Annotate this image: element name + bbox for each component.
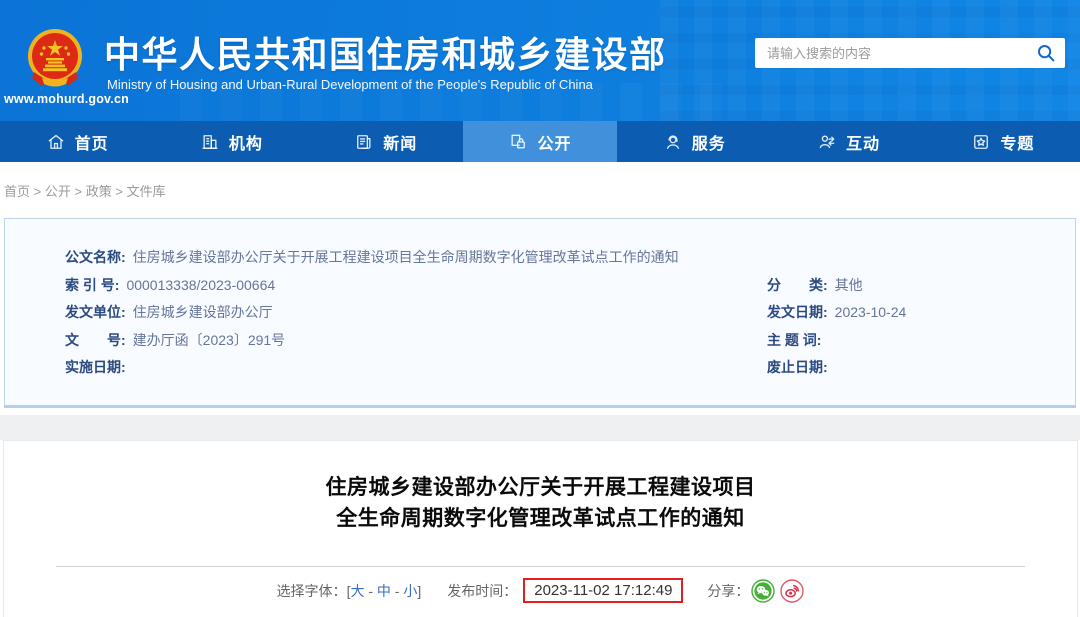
site-header: www.mohurd.gov.cn 中华人民共和国住房和城乡建设部 Minist… <box>0 0 1080 121</box>
article-title-line1: 住房城乡建设部办公厅关于开展工程建设项目 <box>325 476 756 499</box>
nav-label: 首页 <box>74 135 109 153</box>
wechat-icon[interactable] <box>751 578 776 603</box>
nav-label: 新闻 <box>383 135 418 153</box>
nav-label: 机构 <box>228 135 263 153</box>
breadcrumb-separator: > <box>70 184 86 199</box>
bracket: ] <box>417 582 422 599</box>
font-size-selector: [大 - 中 - 小] <box>347 581 422 601</box>
nav-label: 互动 <box>846 135 881 153</box>
article-title-line2: 全生命周期数字化管理改革试点工作的通知 <box>336 507 745 530</box>
interaction-icon <box>819 135 835 148</box>
organization-icon <box>202 134 218 149</box>
search-input[interactable] <box>755 38 1027 68</box>
breadcrumb-separator: > <box>30 184 45 199</box>
meta-row: 实施日期: 废止日期: <box>65 354 1075 382</box>
mohurd-webpage: www.mohurd.gov.cn 中华人民共和国住房和城乡建设部 Minist… <box>0 0 1080 617</box>
meta-label-index-number: 索 引 号: <box>65 276 120 293</box>
breadcrumb: 首页 > 公开 > 政策 > 文件库 <box>0 162 1080 215</box>
nav-item-topics[interactable]: 专题 <box>926 121 1080 162</box>
publish-time-value: 2023-11-02 17:12:49 <box>534 582 673 599</box>
article-box: 住房城乡建设部办公厅关于开展工程建设项目 全生命周期数字化管理改革试点工作的通知… <box>3 440 1078 617</box>
nav-label: 服务 <box>691 135 726 153</box>
nav-item-disclosure[interactable]: 公开 <box>462 121 618 162</box>
national-emblem-logo <box>26 28 84 88</box>
meta-label-issuing-unit: 发文单位: <box>65 304 126 321</box>
meta-label-abolition-date: 废止日期: <box>767 359 828 376</box>
meta-label-implementation-date: 实施日期: <box>65 359 126 376</box>
breadcrumb-document-library: 文件库 <box>126 184 166 199</box>
article-title: 住房城乡建设部办公厅关于开展工程建设项目 全生命周期数字化管理改革试点工作的通知 <box>4 472 1077 534</box>
share-label: 分享： <box>707 582 750 599</box>
font-size-large[interactable]: 大 <box>350 583 364 599</box>
publish-time-highlight: 2023-11-02 17:12:49 <box>523 578 684 603</box>
meta-label-category: 分 类: <box>767 276 828 293</box>
meta-value-document-name: 住房城乡建设部办公厅关于开展工程建设项目全生命周期数字化管理改革试点工作的通知 <box>132 249 679 265</box>
publish-time-label: 发布时间： <box>447 582 518 599</box>
meta-value-issuing-unit: 住房城乡建设部办公厅 <box>132 304 273 321</box>
nav-label: 公开 <box>537 135 572 153</box>
meta-label-issue-date: 发文日期: <box>767 304 828 321</box>
section-gap <box>0 415 1080 440</box>
site-subtitle-english: Ministry of Housing and Urban-Rural Deve… <box>107 77 593 92</box>
nav-item-services[interactable]: 服务 <box>617 121 771 162</box>
breadcrumb-policy[interactable]: 政策 <box>86 184 112 199</box>
meta-label-document-name: 公文名称: <box>65 249 126 265</box>
news-icon <box>357 134 371 149</box>
nav-item-interaction[interactable]: 互动 <box>771 121 925 162</box>
search-icon[interactable] <box>1027 38 1065 68</box>
main-navigation: 首页 机构 新闻 公开 服务 互动 专题 <box>0 121 1080 162</box>
home-icon <box>48 134 64 149</box>
breadcrumb-home[interactable]: 首页 <box>4 184 30 199</box>
weibo-icon[interactable] <box>780 578 805 603</box>
document-meta-box: 公文名称: 住房城乡建设部办公厅关于开展工程建设项目全生命周期数字化管理改革试点… <box>4 218 1076 408</box>
nav-item-organization[interactable]: 机构 <box>154 121 308 162</box>
meta-row: 公文名称: 住房城乡建设部办公厅关于开展工程建设项目全生命周期数字化管理改革试点… <box>65 244 1075 272</box>
font-size-small[interactable]: 小 <box>403 583 417 599</box>
site-title: 中华人民共和国住房和城乡建设部 <box>104 34 667 75</box>
breadcrumb-disclosure[interactable]: 公开 <box>45 184 71 199</box>
font-size-separator: - <box>364 582 377 599</box>
font-select-label: 选择字体： <box>276 582 347 599</box>
title-divider <box>56 566 1025 567</box>
font-size-separator: - <box>390 582 404 599</box>
search-box <box>755 38 1065 68</box>
service-icon <box>666 134 679 149</box>
topics-icon <box>974 134 989 149</box>
article-toolbar: 选择字体： [大 - 中 - 小] 发布时间： 2023-11-02 17:12:… <box>4 578 1077 603</box>
meta-row: 文 号: 建办厅函〔2023〕291号 主 题 词: <box>65 327 1075 355</box>
meta-label-subject-words: 主 题 词: <box>767 331 822 348</box>
meta-value-index-number: 000013338/2023-00664 <box>126 276 276 293</box>
nav-label: 专题 <box>1000 135 1035 153</box>
site-url: www.mohurd.gov.cn <box>4 92 129 106</box>
breadcrumb-separator: > <box>111 184 127 199</box>
font-size-medium[interactable]: 中 <box>377 583 391 599</box>
meta-label-document-number: 文 号: <box>65 331 126 348</box>
nav-item-home[interactable]: 首页 <box>0 121 154 162</box>
meta-row: 发文单位: 住房城乡建设部办公厅 发文日期: 2023-10-24 <box>65 299 1075 327</box>
meta-value-document-number: 建办厅函〔2023〕291号 <box>132 331 286 348</box>
share-icons <box>751 578 805 603</box>
disclosure-icon <box>511 134 526 148</box>
nav-item-news[interactable]: 新闻 <box>309 121 463 162</box>
meta-value-issue-date: 2023-10-24 <box>834 304 907 321</box>
meta-value-category: 其他 <box>834 276 863 293</box>
meta-row: 索 引 号: 000013338/2023-00664 分 类: 其他 <box>65 272 1075 300</box>
